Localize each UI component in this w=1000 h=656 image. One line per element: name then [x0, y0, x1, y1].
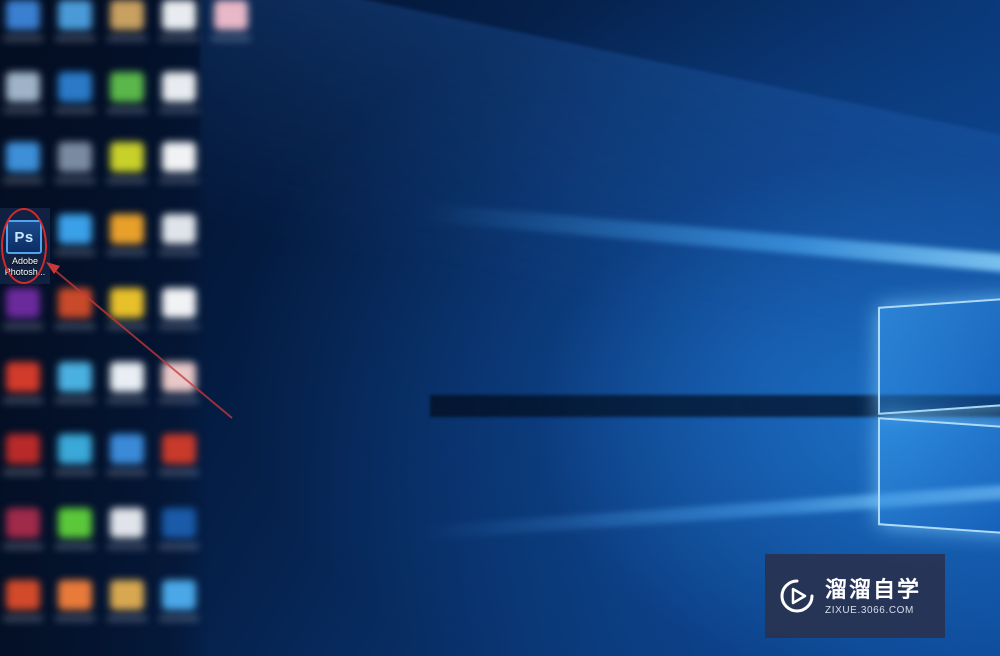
watermark-name: 溜溜自学 — [825, 576, 922, 602]
watermark-badge: 溜溜自学 ZIXUE.3066.COM — [765, 554, 945, 638]
watermark-url: ZIXUE.3066.COM — [825, 604, 914, 616]
play-logo-icon — [780, 579, 814, 613]
watermark-text: 溜溜自学 ZIXUE.3066.COM — [825, 577, 921, 616]
